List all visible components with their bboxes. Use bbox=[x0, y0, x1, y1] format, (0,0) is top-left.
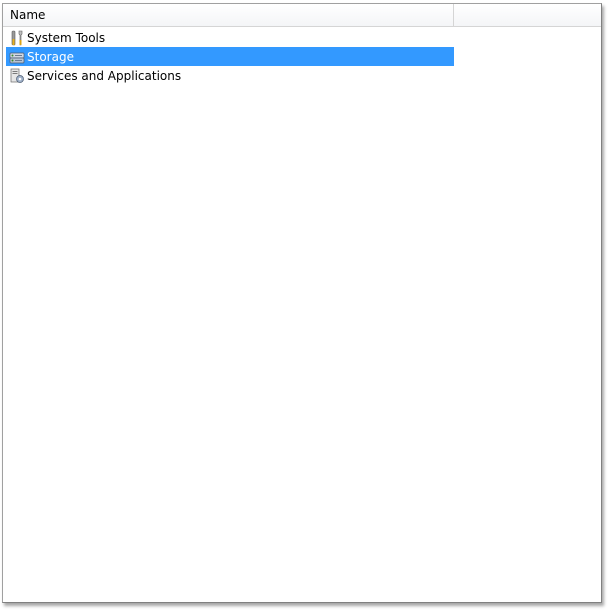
list-item-storage[interactable]: Storage bbox=[6, 47, 454, 66]
list-item-system-tools[interactable]: System Tools bbox=[6, 28, 454, 47]
services-icon bbox=[8, 67, 25, 84]
list-item-label: System Tools bbox=[27, 30, 106, 45]
column-header-empty[interactable] bbox=[454, 4, 601, 26]
tools-icon bbox=[8, 29, 25, 46]
column-header-name[interactable]: Name bbox=[3, 4, 454, 26]
list-item-services-and-applications[interactable]: Services and Applications bbox=[6, 66, 454, 85]
column-header-name-label: Name bbox=[10, 8, 46, 22]
list-item-label: Services and Applications bbox=[27, 68, 182, 83]
list-item-label: Storage bbox=[27, 49, 74, 64]
column-header-bar: Name bbox=[3, 4, 601, 27]
item-list: System Tools Storage Services and Applic… bbox=[6, 28, 454, 85]
list-view: Name System Tools Storage Services and A… bbox=[2, 3, 602, 603]
storage-icon bbox=[8, 48, 25, 65]
